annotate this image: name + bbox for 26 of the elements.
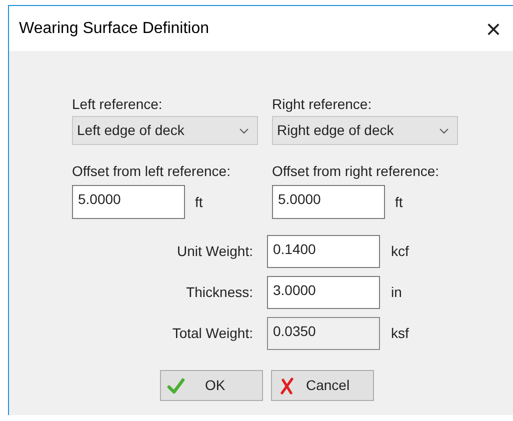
cross-icon (278, 376, 296, 394)
check-icon (167, 376, 185, 394)
unit-label: ft (195, 192, 203, 212)
reference-dropdown[interactable]: Right edge of deck (272, 116, 458, 145)
field-label: Total Weight: (171, 324, 254, 343)
chevron-down-icon (239, 128, 249, 134)
offset-field[interactable]: 5.0000 (72, 185, 185, 219)
field-label: Unit Weight: (176, 242, 254, 261)
reference-label: Right reference: (272, 95, 373, 114)
ok-button[interactable]: OK (160, 370, 263, 401)
value-field[interactable]: 0.1400 (267, 235, 380, 268)
value-field[interactable]: 3.0000 (267, 276, 380, 309)
window-title: Wearing Surface Definition (19, 18, 210, 38)
cancel-button[interactable]: Cancel (271, 370, 374, 401)
offset-label: Offset from left reference: (72, 162, 232, 181)
unit-label: ksf (391, 324, 409, 343)
reference-label: Left reference: (72, 95, 164, 114)
reference-dropdown[interactable]: Left edge of deck (72, 116, 258, 145)
offset-field[interactable]: 5.0000 (272, 185, 385, 219)
close-button[interactable]: × (482, 16, 505, 42)
field-label: Thickness: (185, 283, 254, 302)
unit-label: kcf (391, 242, 409, 261)
unit-label: in (391, 283, 402, 302)
chevron-down-icon (439, 128, 449, 134)
unit-label: ft (395, 192, 403, 212)
offset-label: Offset from right reference: (272, 162, 440, 181)
